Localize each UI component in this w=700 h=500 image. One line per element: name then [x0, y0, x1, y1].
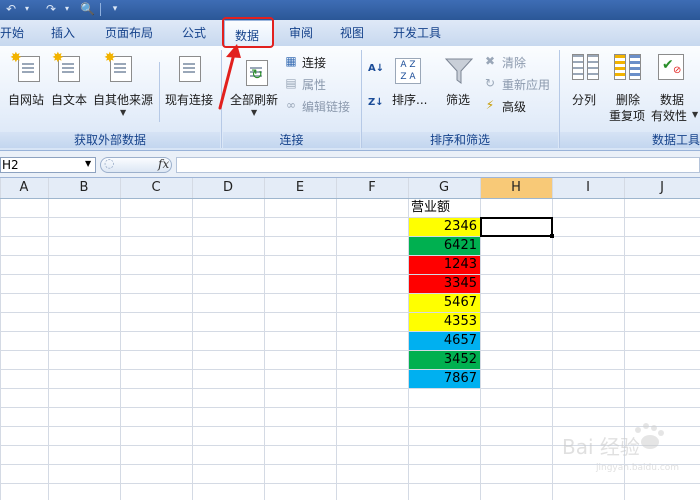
link-icon: ∞: [286, 98, 296, 112]
ribbon-tabs: 开始 插入 页面布局 公式 数据 审阅 视图 开发工具: [0, 20, 700, 47]
clear-filter-icon: ✖: [484, 54, 496, 68]
data-validation-icon: ✔ ⊘: [658, 54, 684, 80]
group-label: 连接: [223, 132, 360, 148]
baidu-jingyan-watermark: Bai 经验 jingyan.baidu.com: [562, 423, 679, 473]
circle-icon: ◌: [104, 156, 115, 170]
redo-icon[interactable]: ↷: [44, 2, 58, 16]
customize-toolbar-icon[interactable]: ▾: [108, 2, 122, 16]
name-box[interactable]: H2: [0, 157, 96, 173]
clear-button[interactable]: 清除: [502, 54, 526, 71]
chevron-down-icon: ▼: [692, 110, 699, 119]
from-other-sources-button[interactable]: 自其他来源: [93, 91, 153, 108]
column-header-h[interactable]: H: [480, 178, 552, 198]
text-to-columns-icon: [572, 54, 600, 80]
tab-home[interactable]: 开始: [0, 25, 24, 41]
chevron-down-icon[interactable]: ▾: [60, 2, 74, 16]
column-header-f[interactable]: F: [336, 178, 408, 198]
text-to-columns-button[interactable]: 分列: [572, 91, 596, 108]
advanced-filter-icon: ⚡: [485, 98, 495, 112]
group-label: 数据工具: [560, 132, 700, 148]
remove-duplicates-label: 重复项: [609, 109, 646, 123]
watermark-text: Bai 经验: [562, 435, 640, 459]
cell-header-text[interactable]: 营业额: [411, 198, 450, 217]
remove-duplicates-icon: [614, 54, 642, 80]
existing-connections-button[interactable]: 现有连接: [165, 91, 213, 108]
arrow-annotation: [218, 44, 241, 110]
column-header-i[interactable]: I: [552, 178, 624, 198]
column-header-c[interactable]: C: [120, 178, 192, 198]
star-icon: ✸: [52, 50, 64, 66]
chevron-down-icon: ▼: [120, 108, 127, 117]
watermark-url: jingyan.baidu.com: [595, 463, 679, 473]
sort-descending-icon[interactable]: Z↓: [368, 96, 384, 110]
chevron-down-icon[interactable]: ▾: [20, 2, 34, 16]
tab-view[interactable]: 视图: [340, 25, 364, 41]
title-bar: ↶ ▾ ↷ ▾ 🔍 ▾: [0, 0, 700, 20]
reapply-button[interactable]: 重新应用: [502, 76, 550, 93]
sort-button[interactable]: 排序...: [392, 91, 427, 108]
chevron-down-icon[interactable]: ▼: [85, 159, 91, 168]
connections-icon: ▦: [285, 54, 297, 68]
star-icon: ✸: [10, 50, 22, 66]
cell-value[interactable]: 4353: [408, 312, 477, 331]
cell-value[interactable]: 7867: [408, 369, 477, 388]
data-validation-label: 有效性: [651, 109, 688, 123]
column-header-j[interactable]: J: [624, 178, 700, 198]
data-validation-button[interactable]: 数据: [660, 91, 684, 108]
filter-icon: [444, 58, 474, 84]
worksheet-grid[interactable]: ABCDEFGHIJ 营业额 2346 6421 1243 3345 5467 4353 46…: [0, 178, 700, 500]
column-header-a[interactable]: A: [0, 178, 48, 198]
cell-value[interactable]: 1243: [408, 255, 477, 274]
tab-developer[interactable]: 开发工具: [393, 25, 441, 41]
properties-icon: ▤: [285, 76, 297, 90]
sort-dialog-icon: A ZZ A: [395, 58, 421, 84]
ribbon-data: ✸ 自网站 ✸ 自文本 ✸ 自其他来源 ▼ 现有连接 获取外部数据 ↻ 全部刷新…: [0, 46, 700, 151]
column-header-d[interactable]: D: [192, 178, 264, 198]
column-header-b[interactable]: B: [48, 178, 120, 198]
star-icon: ✸: [104, 50, 116, 66]
reapply-icon: ↻: [484, 76, 496, 90]
remove-duplicates-button[interactable]: 删除: [616, 91, 640, 108]
fill-handle: [550, 234, 554, 238]
sort-ascending-icon[interactable]: A↓: [368, 62, 384, 76]
active-cell: [480, 217, 553, 237]
cell-value[interactable]: 5467: [408, 293, 477, 312]
column-header-g[interactable]: G: [408, 178, 480, 198]
edit-links-button[interactable]: 编辑链接: [302, 98, 350, 115]
group-label: 获取外部数据: [0, 132, 220, 148]
advanced-button[interactable]: 高级: [502, 98, 526, 115]
print-preview-icon[interactable]: 🔍: [80, 2, 95, 16]
cell-value[interactable]: 6421: [408, 236, 477, 255]
from-web-button[interactable]: 自网站: [8, 91, 44, 108]
tab-page-layout[interactable]: 页面布局: [105, 25, 153, 41]
connections-button[interactable]: 连接: [302, 54, 326, 71]
properties-button[interactable]: 属性: [302, 76, 326, 93]
tab-review[interactable]: 审阅: [289, 25, 313, 41]
tab-insert[interactable]: 插入: [51, 25, 75, 41]
chevron-down-icon: ▼: [251, 108, 258, 117]
cell-value[interactable]: 3452: [408, 350, 477, 369]
existing-connections-icon: [179, 56, 201, 82]
insert-function-button[interactable]: fx: [158, 157, 169, 171]
from-text-button[interactable]: 自文本: [51, 91, 87, 108]
column-header-e[interactable]: E: [264, 178, 336, 198]
refresh-icon: ↻: [251, 67, 263, 83]
undo-icon[interactable]: ↶: [4, 2, 18, 16]
group-label: 排序和筛选: [362, 132, 558, 148]
cell-value[interactable]: 2346: [408, 217, 477, 236]
cell-value[interactable]: 4657: [408, 331, 477, 350]
tab-formulas[interactable]: 公式: [182, 25, 206, 41]
cell-value[interactable]: 3345: [408, 274, 477, 293]
formula-input[interactable]: [176, 157, 700, 173]
filter-button[interactable]: 筛选: [446, 91, 470, 108]
